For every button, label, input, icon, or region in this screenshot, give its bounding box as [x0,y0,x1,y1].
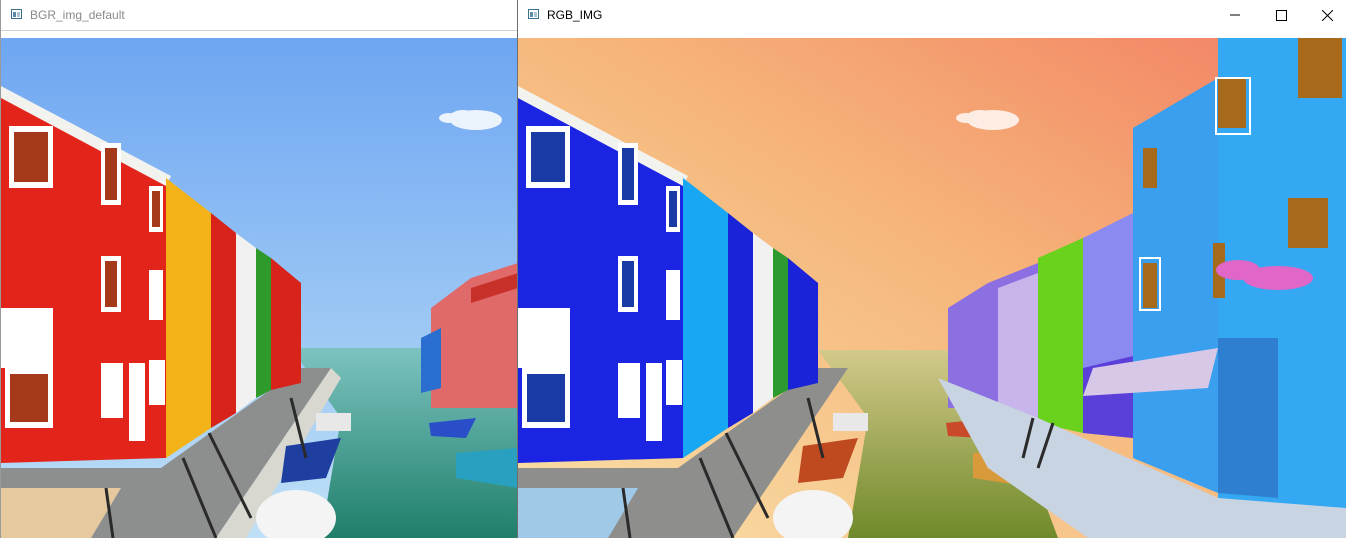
titlebar[interactable]: BGR_img_default [1,0,517,31]
window-bgr[interactable]: BGR_img_default [0,0,517,538]
app-window-icon [528,9,539,19]
titlebar[interactable]: RGB_IMG [518,0,1346,30]
image-view [518,38,1346,538]
maximize-button[interactable] [1258,0,1304,30]
minimize-button[interactable] [1212,0,1258,30]
maximize-icon [1275,9,1287,21]
window-title: BGR_img_default [30,8,125,22]
rgb-image [518,38,1346,538]
close-icon [1321,9,1333,21]
app-window-icon [11,9,22,19]
image-view [1,38,517,538]
window-rgb[interactable]: RGB_IMG [517,0,1346,538]
close-button[interactable] [1304,0,1346,30]
window-title: RGB_IMG [547,8,603,22]
bgr-image [1,38,517,538]
minimize-icon [1230,14,1240,16]
